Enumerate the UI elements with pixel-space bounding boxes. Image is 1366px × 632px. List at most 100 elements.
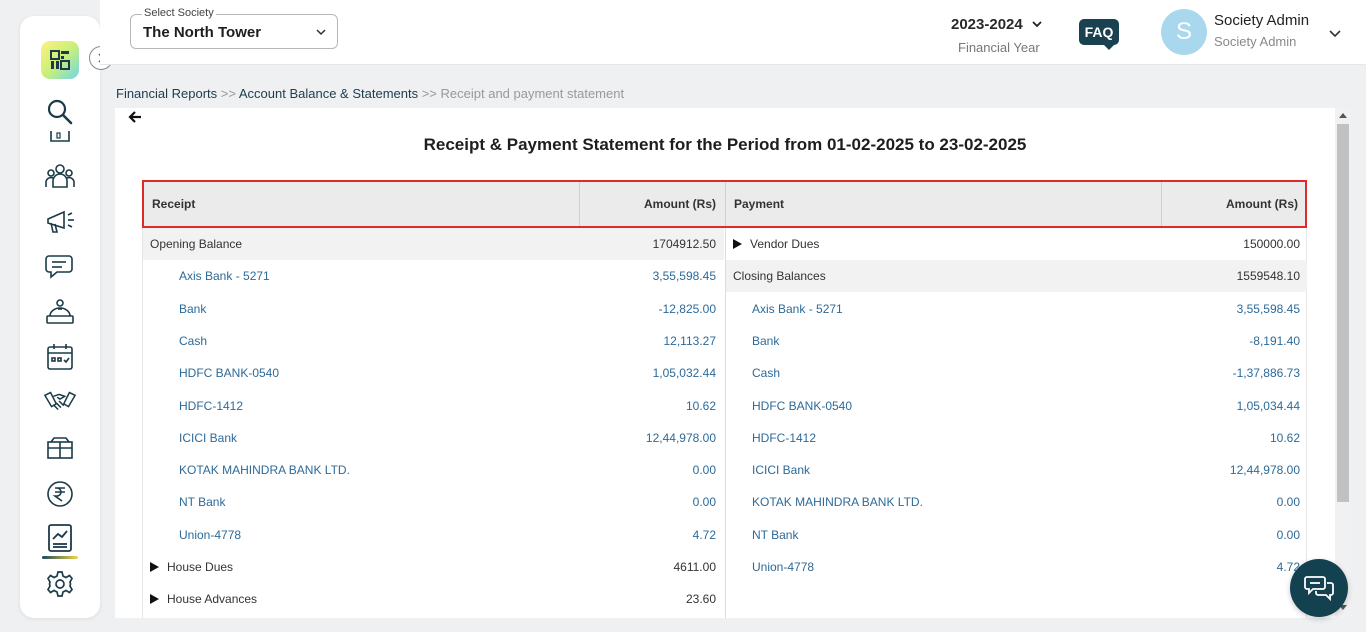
receipt-row[interactable]: HDFC BANK-0540 1,05,032.44 <box>143 357 724 389</box>
app-logo[interactable] <box>41 41 79 79</box>
receipt-row[interactable]: ICICI Bank 12,44,978.00 <box>143 422 724 454</box>
header-receipt[interactable]: Receipt <box>152 182 572 226</box>
settings-icon[interactable] <box>44 568 76 600</box>
payment-row-amount: -1,37,886.73 <box>1232 366 1300 381</box>
payment-row[interactable]: NT Bank 0.00 <box>726 519 1307 551</box>
calendar-icon[interactable] <box>44 341 76 373</box>
payment-row-label: Cash <box>752 357 780 389</box>
receipt-row[interactable]: Axis Bank - 5271 3,55,598.45 <box>143 260 724 292</box>
statement-table: Receipt Amount (Rs) Payment Amount (Rs) … <box>142 180 1307 618</box>
payment-row-text: NT Bank <box>752 527 799 542</box>
back-arrow-icon[interactable] <box>128 110 142 128</box>
receipt-row-label: Union-4778 <box>179 519 241 551</box>
chat-support-button[interactable] <box>1290 559 1348 617</box>
receipt-row-text: HDFC-1412 <box>179 398 244 413</box>
chevron-down-icon[interactable] <box>1031 17 1043 35</box>
payment-row-amount: 12,44,978.00 <box>1229 463 1300 478</box>
payment-row-text: Vendor Dues <box>750 237 820 251</box>
scroll-thumb[interactable] <box>1337 124 1349 502</box>
residents-icon[interactable] <box>44 160 76 192</box>
report-title: Receipt & Payment Statement for the Peri… <box>423 135 1027 154</box>
payment-row-label: NT Bank <box>752 519 798 551</box>
faq-button[interactable]: FAQ <box>1079 19 1119 50</box>
payment-row-text: ICICI Bank <box>752 463 811 478</box>
payment-row[interactable]: Vendor Dues 150000.00 <box>726 228 1307 260</box>
payment-row-label: KOTAK MAHINDRA BANK LTD. <box>752 486 923 518</box>
receipt-row-amount: 0.00 <box>692 495 716 510</box>
parcel-icon[interactable] <box>44 432 76 464</box>
chat-icon[interactable] <box>44 250 76 282</box>
payment-row-text: Union-4778 <box>752 560 815 574</box>
user-name[interactable]: Society Admin <box>1214 12 1309 29</box>
payment-row[interactable]: Cash -1,37,886.73 <box>726 357 1307 389</box>
rupee-icon[interactable] <box>44 478 76 510</box>
receipt-row[interactable]: House Dues 4611.00 <box>143 551 724 583</box>
chat-bubbles-icon <box>1304 576 1334 602</box>
receipt-row-text: House Advances <box>167 592 258 607</box>
building-icon[interactable] <box>44 129 76 143</box>
receipt-row-text: Bank <box>179 301 207 316</box>
receipt-row[interactable]: HDFC-1412 10.62 <box>143 390 724 422</box>
receipt-row[interactable]: KOTAK MAHINDRA BANK LTD. 0.00 <box>143 454 724 486</box>
receipt-row[interactable]: Cash 12,113.27 <box>143 325 724 357</box>
header-payment[interactable]: Payment <box>734 182 1134 226</box>
breadcrumb-separator: >> <box>220 86 236 101</box>
payment-row[interactable]: ICICI Bank 12,44,978.00 <box>726 454 1307 486</box>
breadcrumb: Financial Reports >> Account Balance & S… <box>116 86 624 101</box>
chevron-down-icon <box>315 25 327 43</box>
receipt-row-label: HDFC BANK-0540 <box>179 357 279 389</box>
payment-row[interactable]: Closing Balances 1559548.10 <box>726 260 1307 293</box>
financial-year-select[interactable]: 2023-2024 <box>951 16 1023 33</box>
scroll-up-arrow-icon[interactable] <box>1339 113 1347 118</box>
receipt-row-amount: 10.62 <box>685 398 716 413</box>
receipt-row[interactable]: House Advances 23.60 <box>143 583 724 615</box>
receipt-row-amount: 12,113.27 <box>663 333 717 348</box>
payment-row[interactable]: Bank -8,191.40 <box>726 325 1307 357</box>
payment-row-amount: 3,55,598.45 <box>1236 301 1300 316</box>
payment-row-text: HDFC-1412 <box>752 430 817 445</box>
receipt-row-text: KOTAK MAHINDRA BANK LTD. <box>179 463 350 478</box>
chevron-down-icon[interactable] <box>1328 26 1342 45</box>
header-divider <box>725 182 726 226</box>
payment-row-text: Cash <box>752 366 781 381</box>
faq-bubble-tail <box>1103 44 1115 50</box>
breadcrumb-separator: >> <box>421 86 437 101</box>
receipt-row-amount: 4611.00 <box>673 560 717 574</box>
receipt-row-label: HDFC-1412 <box>179 390 243 422</box>
expand-triangle-icon[interactable] <box>150 562 159 572</box>
content-scrollbar[interactable] <box>1335 108 1351 618</box>
expand-triangle-icon[interactable] <box>733 239 742 249</box>
payment-row-text: Bank <box>752 333 780 348</box>
breadcrumb-financial-reports[interactable]: Financial Reports <box>116 86 217 101</box>
receipt-row[interactable]: Union-4778 4.72 <box>143 519 724 551</box>
helpdesk-icon[interactable] <box>44 296 76 328</box>
breadcrumb-account-balance[interactable]: Account Balance & Statements <box>239 86 418 101</box>
expand-triangle-icon[interactable] <box>150 594 159 605</box>
handshake-icon[interactable] <box>44 385 76 417</box>
receipt-row-text: Axis Bank - 5271 <box>179 269 270 284</box>
search-icon[interactable] <box>44 96 76 128</box>
announcement-icon[interactable] <box>44 205 76 237</box>
payment-row[interactable]: KOTAK MAHINDRA BANK LTD. 0.00 <box>726 486 1307 518</box>
payment-row-label: Closing Balances <box>733 260 826 292</box>
header-receipt-amount[interactable]: Amount (Rs) <box>584 182 716 226</box>
payment-row[interactable]: HDFC BANK-0540 1,05,034.44 <box>726 390 1307 422</box>
payment-row-text: Axis Bank - 5271 <box>752 301 843 316</box>
payment-row[interactable]: Union-4778 4.72 <box>726 551 1307 583</box>
receipt-row-text: Opening Balance <box>150 237 243 251</box>
payment-row[interactable]: HDFC-1412 10.62 <box>726 422 1307 454</box>
receipt-row[interactable]: NT Bank 0.00 <box>143 486 724 518</box>
society-select[interactable]: Select Society The North Tower <box>130 7 338 49</box>
logo-mark-icon <box>50 50 70 70</box>
receipt-row-text: ICICI Bank <box>179 430 238 445</box>
payment-row[interactable]: Axis Bank - 5271 3,55,598.45 <box>726 293 1307 325</box>
header-payment-amount[interactable]: Amount (Rs) <box>1164 182 1298 226</box>
payment-row-amount: 0.00 <box>1276 527 1300 542</box>
payment-row-text: Closing Balances <box>733 269 826 284</box>
receipt-row-label: KOTAK MAHINDRA BANK LTD. <box>179 454 350 486</box>
avatar[interactable]: S <box>1161 9 1207 55</box>
receipt-row[interactable]: Bank -12,825.00 <box>143 293 724 325</box>
receipt-row[interactable]: Opening Balance 1704912.50 <box>143 228 724 260</box>
reports-icon[interactable] <box>44 522 76 554</box>
payment-row-label: HDFC-1412 <box>752 422 816 454</box>
